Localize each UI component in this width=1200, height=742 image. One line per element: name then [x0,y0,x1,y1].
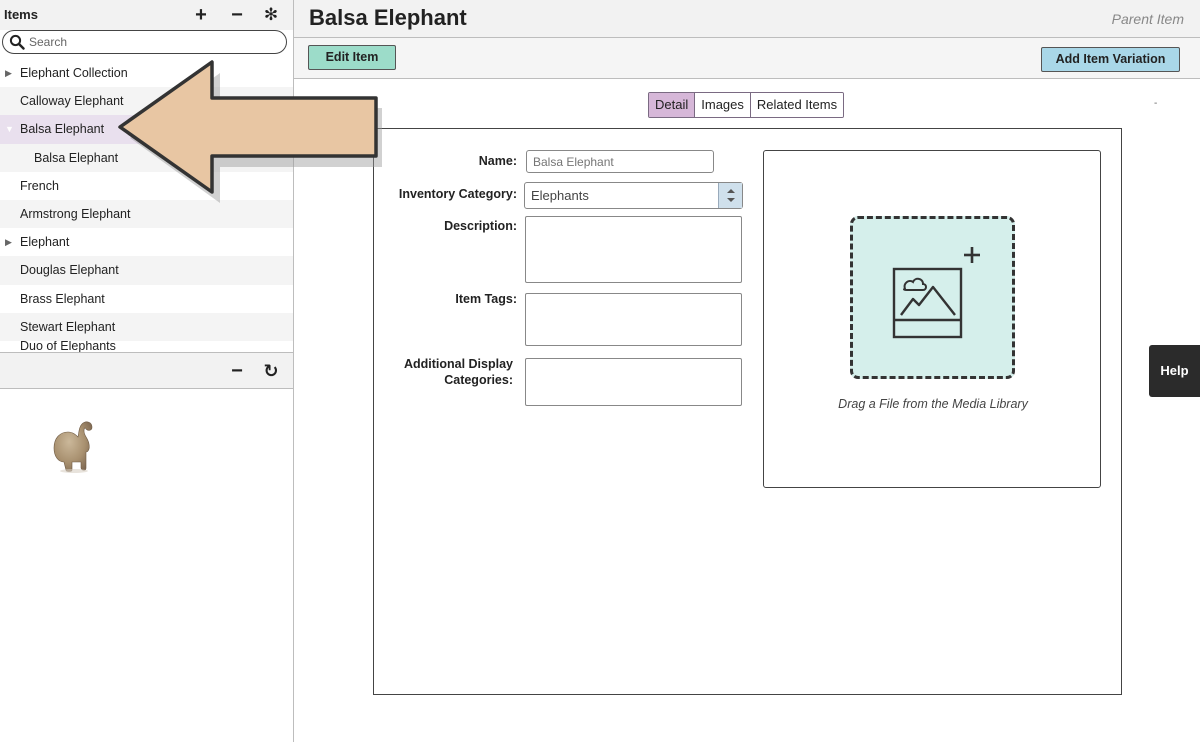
inventory-category-label: Inventory Category: [398,187,517,201]
parent-item-label: Parent Item [1111,11,1184,27]
edit-item-button[interactable]: Edit Item [308,45,396,70]
tree-item-label: Armstrong Elephant [20,206,131,221]
add-item-icon[interactable]: + [190,3,212,27]
collapse-icon[interactable]: − [226,359,248,383]
expanded-triangle-icon[interactable]: ▼ [5,115,14,143]
search-input[interactable] [29,33,279,51]
tree-item-label: Calloway Elephant [20,94,124,109]
tree-item[interactable]: Armstrong Elephant [0,199,293,229]
item-tags-label: Item Tags: [455,292,517,306]
item-tree: ▶ Elephant Collection Calloway Elephant ▼ Ba… [0,59,293,353]
tree-item-label: Elephant Collection [20,66,128,80]
tree-item[interactable]: Douglas Elephant [0,256,293,285]
tree-item[interactable]: Balsa Elephant [0,143,293,172]
page-title: Balsa Elephant [309,5,467,30]
detail-panel: Name: Inventory Category: Elephants Desc… [373,128,1122,695]
item-detail-main: Balsa Elephant Parent Item Edit Item Add… [294,0,1200,742]
main-header: Balsa Elephant Parent Item [294,0,1200,38]
tree-item-label: Balsa Elephant [34,150,119,165]
media-dropzone[interactable]: Drag a File from the Media Library [763,150,1101,488]
tree-item-label: Elephant [20,235,70,250]
help-button[interactable]: Help [1149,345,1200,397]
item-tags-field[interactable] [525,293,742,346]
search-box [2,30,287,54]
inventory-category-select[interactable]: Elephants [524,182,743,209]
tree-item-label: Brass Elephant [20,291,105,306]
tree-item[interactable]: Duo of Elephants [0,340,293,353]
tree-item[interactable]: ▼ Balsa Elephant [0,115,293,144]
tab-detail[interactable]: Detail [649,93,696,117]
action-bar: Edit Item Add Item Variation [294,38,1200,79]
tree-item-label: Duo of Elephants [20,340,116,353]
tree-item-label: French [20,178,59,193]
tree-item-label: Douglas Elephant [20,263,119,278]
sidebar-header: Items + − ✻ [0,0,293,30]
tree-item[interactable]: Brass Elephant [0,285,293,313]
dropzone-target[interactable] [850,216,1015,379]
refresh-icon[interactable]: ↻ [260,359,282,383]
tree-item-label: Balsa Elephant [20,122,105,137]
tree-item[interactable]: ▶ Elephant [0,228,293,256]
name-label: Name: [478,154,517,168]
additional-display-categories-label: Additional Display Categories: [403,357,513,387]
settings-icon[interactable]: ✻ [260,3,282,27]
collapsed-triangle-icon[interactable]: ▶ [5,228,12,256]
dropzone-caption: Drag a File from the Media Library [838,397,1028,411]
description-label: Description: [444,219,517,233]
tree-item[interactable]: French [0,172,293,200]
add-image-icon [892,247,980,339]
search-icon [9,34,25,50]
remove-item-icon[interactable]: − [226,3,248,27]
elephant-thumbnail[interactable] [48,418,96,474]
collapsed-triangle-icon[interactable]: ▶ [5,59,12,87]
items-sidebar: Items + − ✻ ▶ Elephant Collection Calloway… [0,0,294,742]
tree-item[interactable]: Stewart Elephant [0,312,293,341]
tab-related-items[interactable]: Related Items [750,93,844,117]
additional-display-categories-field[interactable] [525,358,742,406]
inventory-category-value: Elephants [531,188,589,203]
select-arrows-icon [718,183,742,208]
tree-item[interactable]: ▶ Elephant Collection [0,59,293,87]
add-item-variation-button[interactable]: Add Item Variation [1041,47,1180,72]
name-field[interactable] [526,150,714,173]
tree-item[interactable]: Calloway Elephant [0,87,293,116]
detail-tabs: Detail Images Related Items [648,92,845,118]
dash-marker: - [1154,98,1158,109]
image-toolbar: − ↻ [0,353,293,389]
tree-item-label: Stewart Elephant [20,319,116,334]
description-field[interactable] [525,216,742,283]
sidebar-title: Items [4,7,38,22]
tab-images[interactable]: Images [695,93,751,117]
